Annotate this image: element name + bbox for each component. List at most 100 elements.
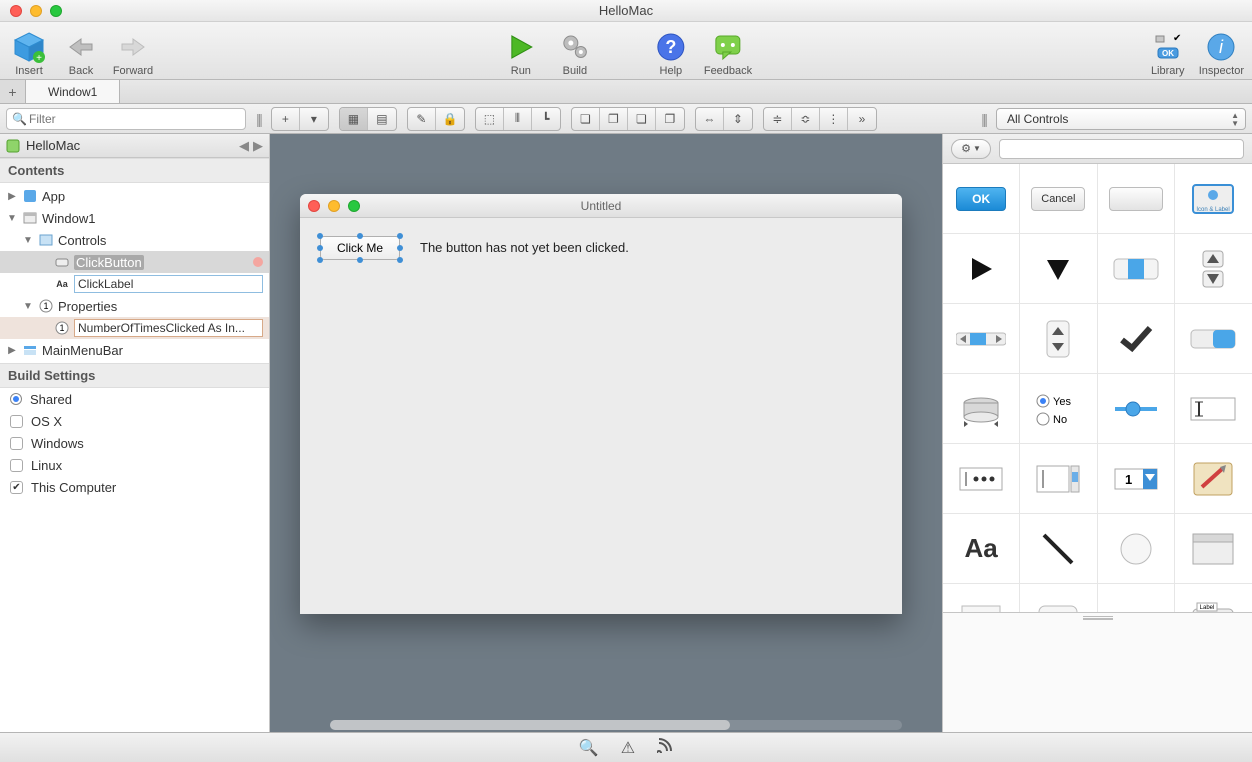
filter-input[interactable] <box>6 108 246 130</box>
build-this-computer[interactable]: ✔This Computer <box>0 476 269 498</box>
edit-lock-segment[interactable]: ✎ 🔒 <box>407 107 465 131</box>
help-button[interactable]: ? Help <box>650 30 692 77</box>
lib-checkbox-large[interactable] <box>1098 304 1175 374</box>
lib-scrollbar[interactable] <box>943 304 1020 374</box>
library-button[interactable]: ✔OK Library <box>1147 30 1189 77</box>
tree-item-app[interactable]: ▶App <box>0 185 269 207</box>
view-mode-segment[interactable]: ▦ ▤ <box>339 107 397 131</box>
lib-colorpicker[interactable] <box>1175 444 1252 514</box>
chevron-right-icon[interactable]: » <box>848 108 876 130</box>
lib-oval[interactable] <box>1098 514 1175 584</box>
resize-handle-icon[interactable] <box>317 257 323 263</box>
lib-separator[interactable] <box>1098 584 1175 612</box>
resize-handle-icon[interactable] <box>397 257 403 263</box>
slider-icon <box>1111 399 1161 419</box>
order-segment[interactable]: ❏❐❏❐ <box>571 107 685 131</box>
rss-icon[interactable] <box>657 737 673 758</box>
lib-textarea[interactable] <box>1020 444 1097 514</box>
lib-disclosure-right[interactable] <box>943 234 1020 304</box>
resize-handle-icon[interactable] <box>317 245 323 251</box>
tree-item-properties[interactable]: ▼1Properties <box>0 295 269 317</box>
lib-bevel-button[interactable]: Icon & Label <box>1175 164 1252 234</box>
feedback-button[interactable]: Feedback <box>704 30 752 77</box>
build-windows[interactable]: Windows <box>0 432 269 454</box>
build-settings-header: Build Settings <box>0 363 269 388</box>
lib-segmented[interactable] <box>1098 234 1175 304</box>
inspector-button[interactable]: i Inspector <box>1199 30 1244 77</box>
align-segment-1[interactable]: ⬚⫴┗ <box>475 107 561 131</box>
lib-label[interactable]: Aa <box>943 514 1020 584</box>
lib-slider[interactable] <box>1098 374 1175 444</box>
tab-strip: + Window1 <box>0 80 1252 104</box>
build-linux[interactable]: Linux <box>0 454 269 476</box>
tree-item-clicklabel[interactable]: AaClickLabel <box>0 273 269 295</box>
layout-canvas[interactable]: Untitled Click Me The button has not yet… <box>270 134 942 732</box>
drag-handle-icon[interactable] <box>1083 616 1113 620</box>
resize-handle-icon[interactable] <box>397 233 403 239</box>
forward-button[interactable]: Forward <box>112 30 154 77</box>
lib-line[interactable] <box>1020 514 1097 584</box>
grid-view-icon[interactable]: ▦ <box>340 108 368 130</box>
resize-handle-icon[interactable] <box>317 233 323 239</box>
tree-item-controls[interactable]: ▼Controls <box>0 229 269 251</box>
lib-password-field[interactable] <box>943 444 1020 514</box>
list-view-icon[interactable]: ▤ <box>368 108 396 130</box>
lib-placard[interactable]: Label <box>1175 584 1252 612</box>
build-shared[interactable]: Shared <box>0 388 269 410</box>
lib-radio-group[interactable]: YesNo <box>1020 374 1097 444</box>
nav-back-icon[interactable]: ◀ <box>239 138 249 154</box>
canvas-clicklabel[interactable]: The button has not yet been clicked. <box>420 240 629 255</box>
lib-cancel-button[interactable]: Cancel <box>1020 164 1097 234</box>
tree-item-window1[interactable]: ▼Window1 <box>0 207 269 229</box>
lib-roundrect[interactable] <box>1020 584 1097 612</box>
lib-stepper[interactable] <box>1020 304 1097 374</box>
scrollbar-thumb[interactable] <box>330 720 730 730</box>
build-osx[interactable]: OS X <box>0 410 269 432</box>
search-status-icon[interactable]: 🔍 <box>579 738 599 758</box>
clicklabel-edit-field[interactable]: ClickLabel <box>74 275 263 293</box>
lib-combobox[interactable]: 1 <box>1098 444 1175 514</box>
tree-item-mainmenubar[interactable]: ▶MainMenuBar <box>0 339 269 361</box>
filter-search[interactable]: 🔍 <box>6 108 246 130</box>
lib-default-button[interactable]: OK <box>943 164 1020 234</box>
lib-updown[interactable] <box>1175 234 1252 304</box>
fill-segment[interactable]: ⇔⇕ <box>695 107 753 131</box>
lock-icon[interactable]: 🔒 <box>436 108 464 130</box>
warning-icon[interactable]: ⚠ <box>621 738 635 758</box>
add-handler-segment[interactable]: +▾ <box>271 107 329 131</box>
status-dot-icon <box>253 257 263 267</box>
tree-item-number-of-times[interactable]: 1NumberOfTimesClicked As In... <box>0 317 269 339</box>
column-handle-icon[interactable]: ||| <box>256 111 261 127</box>
status-bar: 🔍 ⚠ <box>0 732 1252 762</box>
lib-popup[interactable] <box>943 374 1020 444</box>
lib-groupbox[interactable] <box>1175 514 1252 584</box>
spacing-segment[interactable]: ≑≎⋮» <box>763 107 877 131</box>
tree-item-clickbutton[interactable]: ClickButton <box>0 251 269 273</box>
nav-fwd-icon[interactable]: ▶ <box>253 138 263 154</box>
horizontal-scrollbar[interactable] <box>330 720 902 730</box>
library-description <box>943 612 1252 732</box>
insert-button[interactable]: + Insert <box>8 30 50 77</box>
add-tab-button[interactable]: + <box>0 80 26 103</box>
resize-handle-icon[interactable] <box>357 233 363 239</box>
column-handle-right-icon[interactable]: ||| <box>981 111 986 127</box>
pencil-icon[interactable]: ✎ <box>408 108 436 130</box>
library-filter-dropdown[interactable]: All Controls ▲▼ <box>996 108 1246 130</box>
library-search-input[interactable] <box>999 139 1244 159</box>
lib-rectangle[interactable] <box>943 584 1020 612</box>
resize-handle-icon[interactable] <box>397 245 403 251</box>
run-button[interactable]: Run <box>500 30 542 77</box>
lib-disclosure-down[interactable] <box>1020 234 1097 304</box>
lib-generic-button[interactable] <box>1098 164 1175 234</box>
back-button[interactable]: Back <box>60 30 102 77</box>
window-preview[interactable]: Untitled Click Me The button has not yet… <box>300 194 902 614</box>
info-icon: i <box>1206 32 1236 62</box>
lib-switch[interactable] <box>1175 304 1252 374</box>
tab-window1[interactable]: Window1 <box>26 80 120 103</box>
resize-handle-icon[interactable] <box>357 257 363 263</box>
canvas-clickbutton[interactable]: Click Me <box>320 236 400 260</box>
lib-textfield[interactable] <box>1175 374 1252 444</box>
build-button[interactable]: Build <box>554 30 596 77</box>
navigator-header[interactable]: HelloMac ◀▶ <box>0 134 269 158</box>
library-options-button[interactable]: ⚙▼ <box>951 139 991 159</box>
